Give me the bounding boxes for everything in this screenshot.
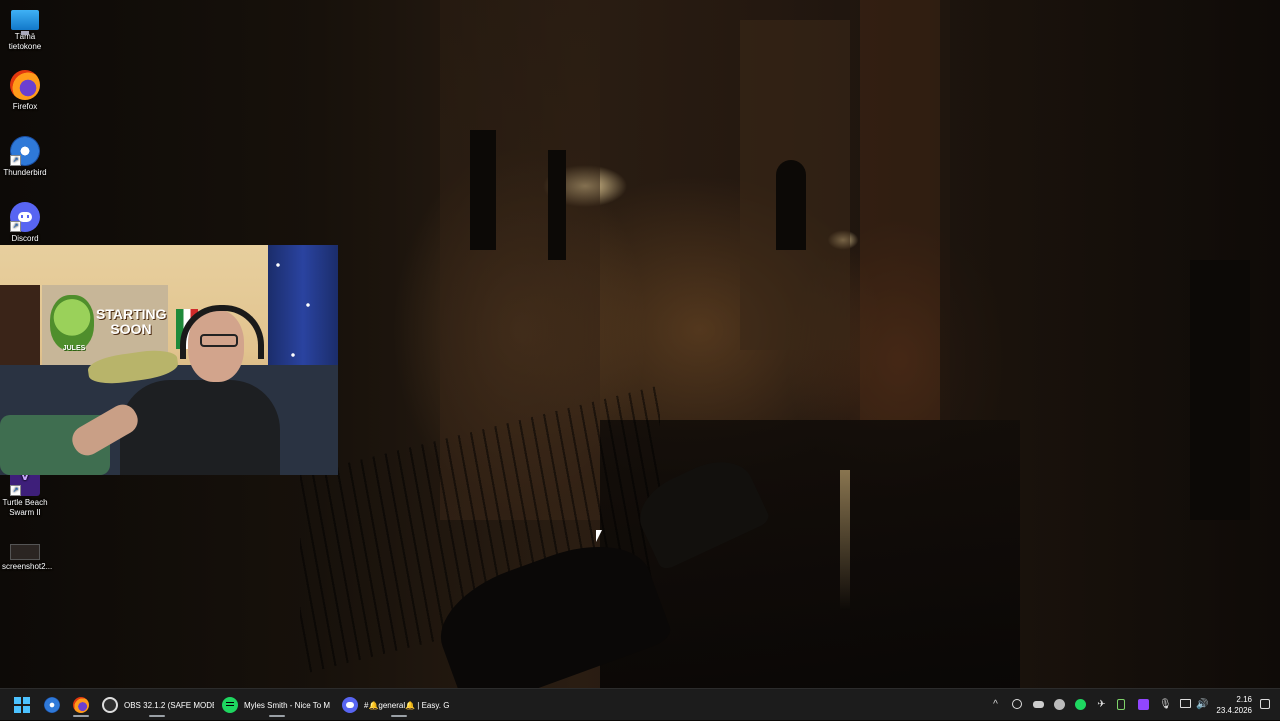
taskbar-pinned-thunderbird[interactable] <box>42 693 62 717</box>
desktop-icon-screenshot[interactable]: screenshot2... <box>2 536 53 572</box>
webcam-poster-text: STARTING SOON <box>96 306 167 337</box>
glasses-icon <box>200 334 238 347</box>
image-file-icon <box>10 544 40 560</box>
spotify-icon <box>222 697 238 713</box>
running-indicator <box>149 715 165 717</box>
shortcut-arrow-icon: ↗ <box>10 221 21 232</box>
desktop-icon-label: Tämä tietokone <box>8 32 42 51</box>
webcam-poster <box>0 285 40 365</box>
taskbar: OBS 32.1.2 (SAFE MODE Myles Smith - Nice… <box>0 688 1280 720</box>
webcam-person <box>120 380 280 475</box>
notification-bell-icon[interactable] <box>1260 699 1270 709</box>
spotify-tray-icon[interactable] <box>1075 699 1086 710</box>
taskbar-app-label: OBS 32.1.2 (SAFE MODE <box>124 700 214 710</box>
shortcut-arrow-icon: ↗ <box>10 485 21 496</box>
webcam-turtle-mascot <box>50 295 94 351</box>
webcam-overlay: STARTING SOON JULES <box>0 245 338 475</box>
discord-tray-icon[interactable] <box>1033 701 1044 708</box>
running-indicator <box>73 715 89 717</box>
taskbar-app-label: Myles Smith - Nice To M <box>244 700 331 710</box>
wallpaper-building <box>860 0 950 420</box>
clock-date: 23.4.2026 <box>1216 706 1252 715</box>
taskbar-app-spotify[interactable]: Myles Smith - Nice To M <box>220 693 334 717</box>
wallpaper-reflection <box>840 470 850 610</box>
steam-tray-icon[interactable] <box>1054 699 1065 710</box>
firefox-icon <box>10 70 40 100</box>
desktop-icon-firefox[interactable]: Firefox <box>2 70 48 112</box>
thunderbird-icon: ↗ <box>10 136 40 166</box>
desktop-icon-discord[interactable]: ↗ Discord <box>2 202 48 244</box>
network-icon[interactable] <box>1180 699 1191 708</box>
obs-tray-icon[interactable] <box>1012 699 1022 709</box>
start-button[interactable] <box>12 693 32 717</box>
desktop-icon-thunderbird[interactable]: ↗ Thunderbird <box>2 136 48 178</box>
obs-icon <box>102 697 118 713</box>
webcam-turtle-label: JULES <box>62 345 86 352</box>
desktop-icon-label: Discord <box>11 234 39 243</box>
running-indicator <box>269 715 285 717</box>
this-pc-icon <box>11 10 39 35</box>
taskbar-pinned-firefox[interactable] <box>71 693 91 717</box>
taskbar-app-discord[interactable]: #🔔general🔔 | Easy. G <box>340 693 457 717</box>
clock[interactable]: 2.16 23.4.2026 <box>1216 694 1252 716</box>
wallpaper-window <box>776 160 806 250</box>
desktop-icon-this-pc[interactable]: Tämä tietokone <box>2 6 48 52</box>
thunderbird-icon <box>44 697 60 713</box>
wallpaper-window <box>548 150 566 260</box>
firefox-icon <box>73 697 89 713</box>
show-hidden-icons-chevron-icon[interactable]: ^ <box>990 699 1001 710</box>
shortcut-arrow-icon: ↗ <box>10 155 21 166</box>
taskbar-app-label: #🔔general🔔 | Easy. G <box>364 700 450 710</box>
battery-icon[interactable] <box>1117 699 1125 710</box>
volume-icon[interactable]: 🔊 <box>1196 699 1208 710</box>
desktop-icon-label: Firefox <box>12 102 38 111</box>
clock-time: 2.16 <box>1236 695 1252 704</box>
desktop-icon-label: Turtle Beach Swarm II <box>2 498 48 517</box>
twitch-tray-icon[interactable] <box>1138 699 1149 710</box>
tray-app-icon[interactable]: ✈ <box>1096 699 1107 710</box>
taskbar-app-obs[interactable]: OBS 32.1.2 (SAFE MODE <box>100 693 214 717</box>
windows-start-icon <box>14 697 30 713</box>
wallpaper-window <box>470 130 496 250</box>
running-indicator <box>390 715 407 717</box>
desktop-icon-label: screenshot2... <box>2 562 53 571</box>
discord-icon: ↗ <box>10 202 40 232</box>
desktop-icon-label: Thunderbird <box>3 168 47 177</box>
mouse-cursor-icon <box>596 530 602 542</box>
microphone-icon[interactable]: 🎙 <box>1159 699 1172 710</box>
system-tray: ^ ✈ 🎙 🔊 2.16 23.4.2026 <box>980 689 1280 721</box>
discord-icon <box>342 697 358 713</box>
wallpaper-window <box>1190 260 1250 520</box>
